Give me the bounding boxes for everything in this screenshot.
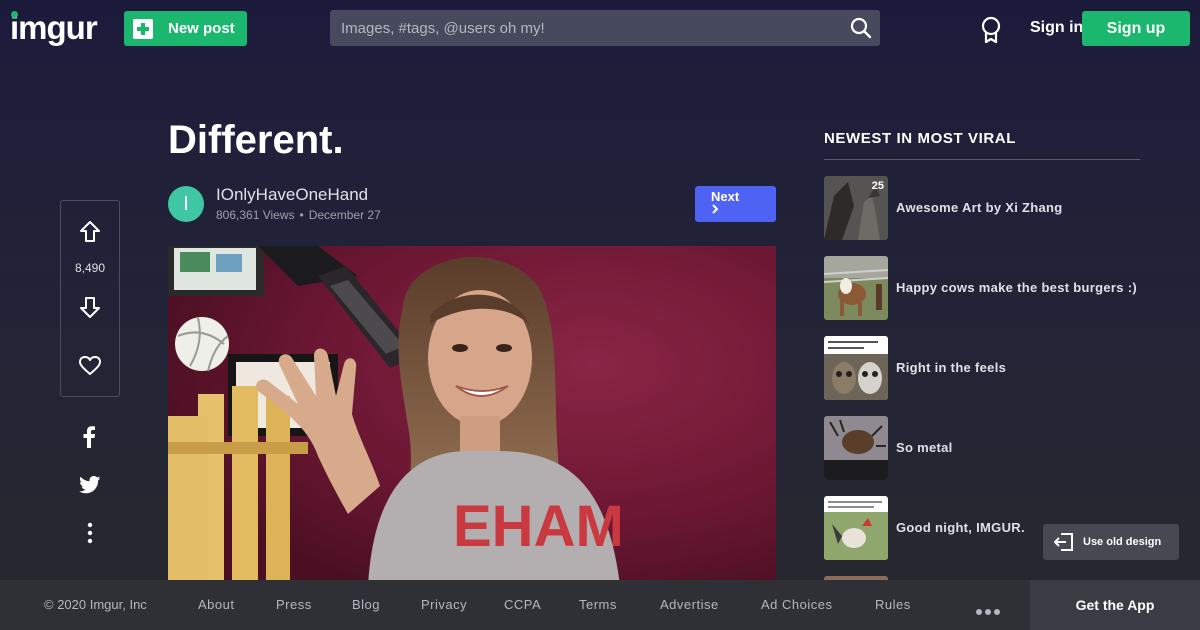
sidebar-thumbnail [824, 256, 888, 320]
sidebar-title: NEWEST IN MOST VIRAL [824, 130, 1016, 147]
more-horizontal-icon[interactable] [976, 602, 1003, 620]
sidebar-thumbnail [824, 416, 888, 480]
chevron-right-icon [712, 204, 719, 214]
upvote-icon[interactable] [79, 220, 101, 244]
sidebar-item-label: Happy cows make the best burgers :) [896, 280, 1137, 295]
view-count: 806,361 Views [216, 208, 295, 222]
sidebar-item[interactable]: Happy cows make the best burgers :) [824, 256, 1140, 320]
sign-up-button[interactable]: Sign up [1082, 11, 1190, 46]
imgur-logo[interactable]: imgur [10, 9, 98, 47]
sidebar-thumbnail: 25 [824, 176, 888, 240]
next-post-button[interactable]: Next [695, 186, 776, 222]
cow-thumbnail-image [824, 256, 888, 320]
author-username[interactable]: IOnlyHaveOneHand [216, 185, 368, 205]
image-count: 25 [871, 180, 884, 192]
avatar-initial: I [183, 192, 189, 215]
post-meta: 806,361 Views • December 27 [216, 208, 381, 222]
get-the-app-button[interactable]: Get the App [1030, 580, 1200, 630]
twitter-icon[interactable] [79, 476, 101, 494]
vote-count: 8,490 [74, 261, 106, 275]
sign-in-link[interactable]: Sign in [1030, 19, 1083, 37]
avatar[interactable]: I [168, 186, 204, 222]
footer-link-about[interactable]: About [198, 597, 234, 612]
sidebar-thumbnail [824, 496, 888, 560]
next-label: Next [711, 189, 740, 204]
sidebar-item[interactable]: Right in the feels [824, 336, 1140, 400]
post-title: Different. [168, 118, 344, 162]
footer-link-press[interactable]: Press [276, 597, 312, 612]
more-vertical-icon[interactable] [86, 522, 94, 544]
exit-arrow-icon [1054, 533, 1073, 551]
sidebar-thumbnail [824, 336, 888, 400]
footer-link-ccpa[interactable]: CCPA [504, 597, 541, 612]
logo-text: imgur [10, 9, 98, 46]
sidebar-item-label: So metal [896, 440, 953, 455]
sidebar-item-label: Awesome Art by Xi Zhang [896, 200, 1063, 215]
top-navigation-bar: imgur New post Sign in Sign up [0, 0, 1200, 56]
vote-panel: 8,490 [60, 200, 120, 397]
copyright: © 2020 Imgur, Inc [44, 597, 147, 612]
footer-link-rules[interactable]: Rules [875, 597, 911, 612]
facebook-icon[interactable] [82, 426, 96, 448]
post-image[interactable]: EHAM [168, 246, 776, 586]
heart-icon[interactable] [79, 356, 101, 376]
footer-link-advertise[interactable]: Advertise [660, 597, 719, 612]
footer-link-ad-choices[interactable]: Ad Choices [761, 597, 832, 612]
sidebar-divider [824, 159, 1140, 160]
plus-icon [133, 18, 153, 39]
logo-dot [11, 11, 18, 18]
owl-thumbnail-image [824, 336, 888, 400]
footer-link-blog[interactable]: Blog [352, 597, 380, 612]
footer: © 2020 Imgur, Inc About Press Blog Priva… [0, 580, 1200, 630]
emerald-badge-icon[interactable] [979, 16, 1003, 44]
new-post-button[interactable]: New post [124, 11, 247, 46]
search-bar [330, 10, 880, 46]
rooster-thumbnail-image [824, 496, 888, 560]
post-date: December 27 [308, 208, 381, 222]
use-old-design-label: Use old design [1083, 536, 1162, 548]
search-input[interactable] [330, 10, 830, 46]
use-old-design-button[interactable]: Use old design [1043, 524, 1179, 560]
sidebar-item[interactable]: 25 Awesome Art by Xi Zhang [824, 176, 1140, 240]
footer-link-privacy[interactable]: Privacy [421, 597, 467, 612]
sidebar-item-label: Right in the feels [896, 360, 1007, 375]
footer-link-terms[interactable]: Terms [579, 597, 617, 612]
downvote-icon[interactable] [79, 295, 101, 319]
new-post-label: New post [168, 20, 235, 37]
metal-beetle-thumbnail-image [824, 416, 888, 480]
svg-text:EHAM: EHAM [453, 494, 624, 559]
sidebar-item[interactable]: So metal [824, 416, 1140, 480]
post-photo: EHAM [168, 246, 776, 586]
search-icon[interactable] [850, 17, 872, 39]
